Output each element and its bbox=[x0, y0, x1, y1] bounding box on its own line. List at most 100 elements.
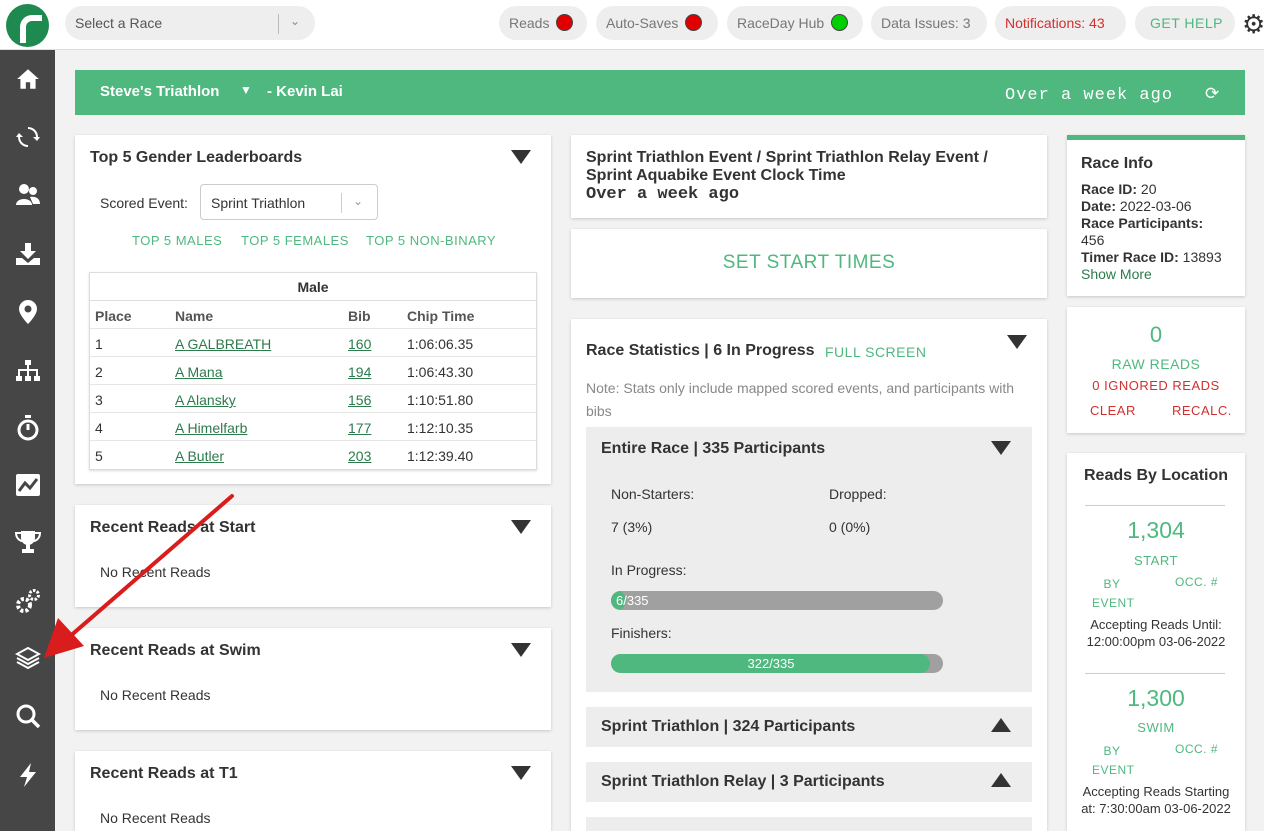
event-panel-title: Sprint Triathlon Relay | 3 Participants bbox=[601, 773, 885, 790]
table-row: 1 A GALBREATH 160 1:06:06.35 bbox=[90, 329, 536, 357]
place: 2 bbox=[95, 364, 103, 380]
athlete-link[interactable]: A GALBREATH bbox=[175, 336, 271, 352]
trophy-icon[interactable] bbox=[0, 521, 55, 561]
clock-title: Sprint Triathlon Event / Sprint Triathlo… bbox=[586, 149, 988, 184]
in-progress-value: 6/335 bbox=[616, 593, 649, 608]
tab-top5-nonbinary[interactable]: TOP 5 NON-BINARY bbox=[366, 233, 496, 248]
gear-icon[interactable]: ⚙ bbox=[1242, 9, 1264, 40]
bib-link[interactable]: 156 bbox=[348, 392, 371, 408]
data-issues-pill[interactable]: Data Issues: 3 bbox=[871, 6, 987, 40]
raw-reads-count: 0 bbox=[1149, 322, 1163, 347]
full-screen-button[interactable]: FULL SCREEN bbox=[825, 344, 926, 360]
table-title: Male bbox=[90, 273, 536, 301]
race-date-line: Date: 2022-03-06 bbox=[1081, 198, 1192, 214]
bib-link[interactable]: 160 bbox=[348, 336, 371, 352]
collapse-triangle-icon[interactable] bbox=[511, 766, 531, 780]
reads-status-pill[interactable]: Reads bbox=[499, 6, 587, 40]
dropped-label: Dropped: bbox=[829, 486, 887, 502]
recent-reads-t1-card: Recent Reads at T1 No Recent Reads bbox=[75, 751, 551, 831]
notifications-pill[interactable]: Notifications: 43 bbox=[995, 6, 1126, 40]
scored-event-select[interactable]: Sprint Triathlon ⌄ bbox=[200, 184, 378, 220]
raceday-hub-label: RaceDay Hub bbox=[737, 15, 825, 31]
location-pin-icon[interactable] bbox=[0, 291, 55, 331]
athlete-link[interactable]: A Alansky bbox=[175, 392, 236, 408]
set-start-times-button[interactable]: SET START TIMES bbox=[571, 229, 1047, 298]
get-help-label: GET HELP bbox=[1150, 15, 1223, 31]
collapse-triangle-icon[interactable] bbox=[511, 520, 531, 534]
bib-link[interactable]: 177 bbox=[348, 420, 371, 436]
get-help-button[interactable]: GET HELP bbox=[1135, 6, 1235, 40]
caret-down-icon[interactable]: ▼ bbox=[240, 83, 252, 97]
location-name: START bbox=[1134, 553, 1178, 568]
race-select[interactable]: Select a Race ⌄ bbox=[65, 6, 315, 40]
app-logo[interactable] bbox=[6, 4, 49, 47]
tab-top5-females[interactable]: TOP 5 FEMALES bbox=[241, 233, 349, 248]
bolt-icon[interactable] bbox=[0, 754, 55, 794]
raceday-hub-pill[interactable]: RaceDay Hub bbox=[727, 6, 863, 40]
race-statistics-title: Race Statistics | 6 In Progress bbox=[586, 342, 815, 359]
tab-top5-males[interactable]: TOP 5 MALES bbox=[132, 233, 222, 248]
accepting-reads-note: Accepting Reads Starting at: 7:30:00am 0… bbox=[1081, 784, 1231, 816]
reads-by-location-card: Reads By Location 1,304 START BY EVENT O… bbox=[1067, 453, 1245, 831]
timer-race-value: 13893 bbox=[1178, 249, 1222, 265]
occ-button[interactable]: OCC. # bbox=[1175, 742, 1218, 756]
location-name: SWIM bbox=[1137, 720, 1175, 735]
by-event-button[interactable]: BY EVENT bbox=[1092, 575, 1134, 613]
collapse-triangle-icon[interactable] bbox=[511, 150, 531, 164]
athlete-link[interactable]: A Mana bbox=[175, 364, 222, 380]
reads-by-location-title: Reads By Location bbox=[1083, 467, 1229, 484]
accepting-reads-note: Accepting Reads Until: 12:00:00pm 03-06-… bbox=[1086, 617, 1226, 649]
raceday-hub-indicator bbox=[832, 15, 848, 30]
non-starters-value: 7 (3%) bbox=[611, 519, 653, 535]
layers-icon[interactable] bbox=[0, 637, 55, 677]
event-name[interactable]: Steve's Triathlon bbox=[100, 83, 219, 100]
show-more-link[interactable]: Show More bbox=[1081, 266, 1152, 282]
collapse-triangle-icon[interactable] bbox=[1007, 335, 1027, 349]
collapse-triangle-icon[interactable] bbox=[511, 643, 531, 657]
clear-button[interactable]: CLEAR bbox=[1090, 403, 1136, 418]
entire-race-panel: Entire Race | 335 Participants Non-Start… bbox=[586, 427, 1032, 692]
athlete-link[interactable]: A Butler bbox=[175, 448, 224, 464]
home-icon[interactable] bbox=[0, 58, 55, 98]
col-name: Name bbox=[175, 308, 214, 324]
recalc-button[interactable]: RECALC. bbox=[1172, 403, 1232, 418]
non-starters-label: Non-Starters: bbox=[611, 486, 695, 502]
participants-value: 456 bbox=[1081, 232, 1105, 248]
refresh-icon[interactable]: ⟳ bbox=[1205, 84, 1219, 104]
by-event-button[interactable]: BY EVENT bbox=[1092, 742, 1134, 780]
chip-time: 1:12:39.40 bbox=[407, 448, 474, 464]
recent-reads-swim-card: Recent Reads at Swim No Recent Reads bbox=[75, 628, 551, 730]
stopwatch-icon[interactable] bbox=[0, 407, 55, 447]
users-icon[interactable] bbox=[0, 174, 55, 214]
search-icon[interactable] bbox=[0, 695, 55, 735]
in-progress-bar: 6/335 bbox=[611, 591, 943, 610]
chip-time: 1:10:51.80 bbox=[407, 392, 474, 408]
chart-line-icon[interactable] bbox=[0, 464, 55, 504]
expand-triangle-icon[interactable] bbox=[991, 718, 1011, 732]
chevron-down-icon: ⌄ bbox=[353, 194, 364, 208]
event-panel-sprint-triathlon[interactable]: Sprint Triathlon | 324 Participants bbox=[586, 707, 1032, 747]
col-bib: Bib bbox=[348, 308, 371, 324]
collapse-triangle-icon[interactable] bbox=[991, 441, 1011, 455]
finishers-label: Finishers: bbox=[611, 625, 672, 641]
bib-link[interactable]: 203 bbox=[348, 448, 371, 464]
sync-icon[interactable] bbox=[0, 116, 55, 156]
place: 5 bbox=[95, 448, 103, 464]
cogs-icon[interactable] bbox=[0, 580, 55, 620]
download-icon[interactable] bbox=[0, 233, 55, 273]
event-panel-aquabike[interactable] bbox=[586, 817, 1032, 831]
race-statistics-card: Race Statistics | 6 In Progress FULL SCR… bbox=[571, 319, 1047, 831]
location-read-count: 1,304 bbox=[1127, 517, 1185, 543]
autosaves-status-label: Auto-Saves bbox=[606, 15, 679, 31]
divider bbox=[1085, 505, 1225, 506]
sitemap-icon[interactable] bbox=[0, 350, 55, 390]
bib-link[interactable]: 194 bbox=[348, 364, 371, 380]
col-place: Place bbox=[95, 308, 132, 324]
athlete-link[interactable]: A Himelfarb bbox=[175, 420, 247, 436]
autosaves-status-pill[interactable]: Auto-Saves bbox=[596, 6, 718, 40]
event-panel-sprint-relay[interactable]: Sprint Triathlon Relay | 3 Participants bbox=[586, 762, 1032, 802]
event-panel-title: Sprint Triathlon | 324 Participants bbox=[601, 718, 856, 735]
occ-button[interactable]: OCC. # bbox=[1175, 575, 1218, 589]
expand-triangle-icon[interactable] bbox=[991, 773, 1011, 787]
scored-event-value: Sprint Triathlon bbox=[211, 195, 306, 211]
